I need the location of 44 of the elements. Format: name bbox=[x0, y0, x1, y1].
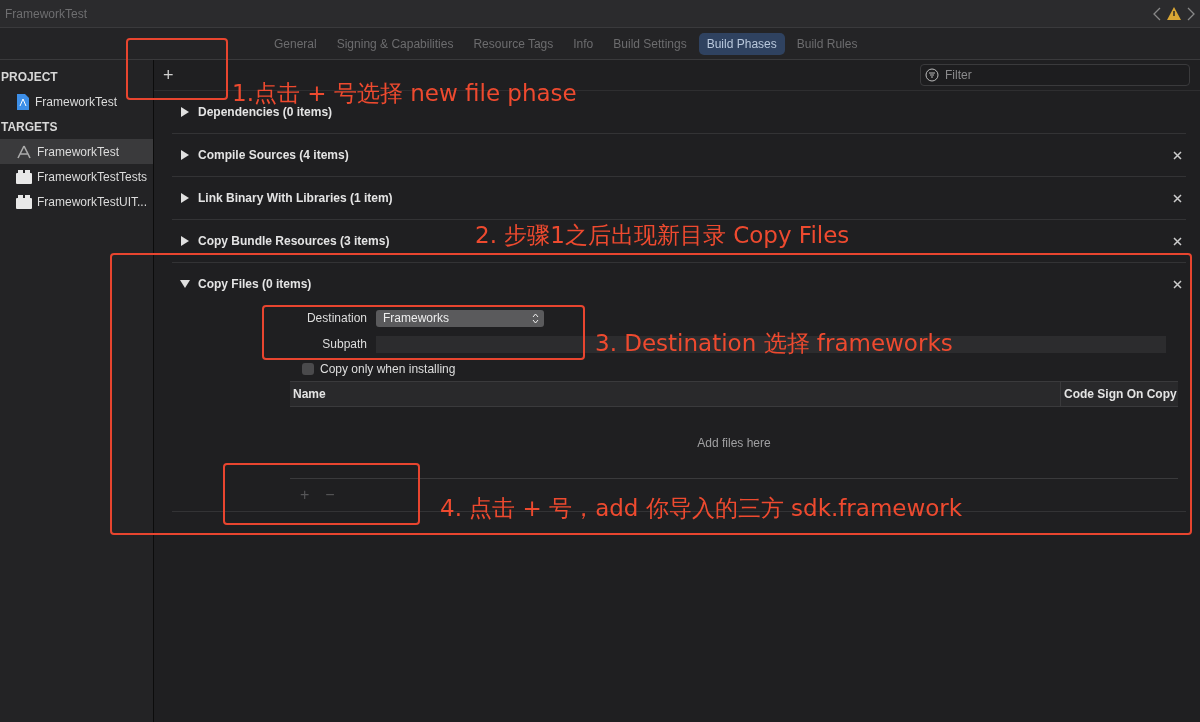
close-icon bbox=[1173, 237, 1182, 246]
back-icon[interactable] bbox=[1153, 6, 1161, 21]
sidebar-item[interactable]: FrameworkTest bbox=[0, 139, 153, 164]
annotation-text: 1.点击 + 号选择 new file phase bbox=[232, 79, 577, 107]
empty-message: Add files here bbox=[697, 435, 771, 450]
subpath-label: Subpath bbox=[321, 337, 367, 351]
bundle-icon bbox=[16, 194, 32, 209]
sidebar-item[interactable]: FrameworkTestUIT... bbox=[0, 189, 153, 214]
chevron-icon bbox=[532, 312, 539, 324]
forward-icon[interactable] bbox=[1187, 6, 1195, 21]
window-title: FrameworkTest bbox=[5, 6, 87, 21]
phase-title: Copy Bundle Resources (3 items) bbox=[198, 234, 390, 248]
phase-title: Compile Sources (4 items) bbox=[198, 148, 349, 162]
copy-only-checkbox[interactable]: Copy only when installing bbox=[290, 357, 1178, 381]
close-icon bbox=[1173, 194, 1182, 203]
bundle-icon bbox=[16, 169, 32, 184]
tab[interactable]: Build Phases bbox=[698, 32, 785, 55]
phase-title: Dependencies (0 items) bbox=[198, 105, 333, 119]
destination-popup[interactable]: Frameworks bbox=[376, 309, 544, 327]
annotation-text: 4. 点击 + 号，add 你导入的三方 sdk.framework bbox=[440, 494, 963, 523]
phase-title: Copy Files (0 items) bbox=[198, 277, 312, 291]
column-header[interactable]: Code Sign On Copy bbox=[1060, 382, 1178, 406]
destination-label: Destination bbox=[305, 311, 367, 325]
expand-icon[interactable] bbox=[180, 193, 190, 203]
close-icon bbox=[1173, 151, 1182, 160]
warning-icon[interactable] bbox=[1167, 7, 1181, 20]
filter-field[interactable]: Filter bbox=[920, 64, 1190, 86]
collapse-icon[interactable] bbox=[180, 279, 190, 289]
sidebar-item[interactable]: FrameworkTest bbox=[0, 89, 153, 114]
annotation-text: 2. 步骤1之后出现新目录 Copy Files bbox=[475, 221, 850, 250]
expand-icon[interactable] bbox=[180, 150, 190, 160]
section-header: PROJECT bbox=[1, 68, 59, 86]
app-target-icon bbox=[16, 143, 32, 160]
document-icon bbox=[16, 93, 30, 110]
add-button[interactable]: + bbox=[159, 64, 178, 86]
sidebar-item[interactable]: FrameworkTestTests bbox=[0, 164, 153, 189]
phase-title: Link Binary With Libraries (1 item) bbox=[198, 191, 393, 205]
section-header: TARGETS bbox=[1, 118, 59, 136]
column-header[interactable]: Name bbox=[290, 382, 1060, 406]
annotation-text: 3. Destination 选择 frameworks bbox=[595, 329, 953, 358]
expand-icon[interactable] bbox=[180, 107, 190, 117]
close-icon bbox=[1173, 280, 1182, 289]
filter-icon bbox=[925, 68, 939, 82]
expand-icon[interactable] bbox=[180, 236, 190, 246]
